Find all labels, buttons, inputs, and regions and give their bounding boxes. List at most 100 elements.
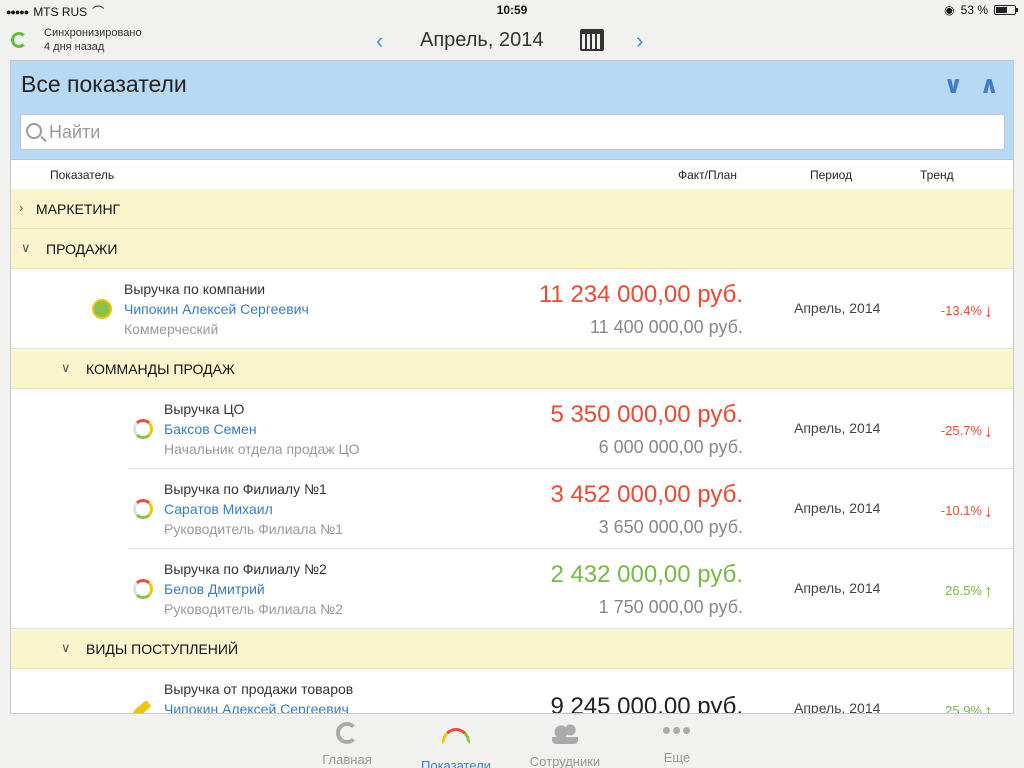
kpi-plan: 11 400 000,00 руб. — [589, 317, 743, 337]
status-right: ◉ 53 % — [944, 3, 1018, 17]
col-period: Период — [810, 168, 853, 182]
collapse-all-chevron-down-icon[interactable]: ∨ — [944, 71, 964, 100]
sync-label: Синхронизировано — [44, 27, 142, 39]
trend-value: -13.4% — [940, 303, 982, 318]
arrow-down-icon: ↓ — [984, 421, 993, 441]
kpi-period: Апрель, 2014 — [794, 580, 881, 596]
orientation-lock-icon: ◉ — [944, 3, 955, 17]
panel-header: Все показатели ∨ ∧ — [11, 61, 1013, 160]
status-bar: ●●●●● MTS RUS ⌒ 10:59 ◉ 53 % — [0, 0, 1024, 20]
people-icon — [552, 724, 578, 744]
kpi-period: Апрель, 2014 — [794, 500, 881, 516]
kpi-fact: 3 452 000,00 руб. — [550, 481, 743, 508]
kpi-plan: 6 000 000,00 руб. — [598, 437, 743, 457]
tab-employees[interactable]: Сотрудники — [520, 720, 610, 768]
gauge-icon — [133, 579, 153, 599]
gauge-icon — [133, 419, 153, 439]
group-sales[interactable]: ∨ ПРОДАЖИ — [11, 229, 1013, 269]
kpi-period: Апрель, 2014 — [794, 300, 881, 316]
kpi-fact: 5 350 000,00 руб. — [550, 401, 743, 428]
expand-all-chevron-up-icon[interactable]: ∧ — [980, 71, 1000, 100]
top-nav: Синхронизировано 4 дня назад ‹ Апрель, 2… — [0, 20, 1024, 60]
kpi-fact: 11 234 000,00 руб. — [538, 281, 743, 308]
kpi-owner-link[interactable]: Белов Дмитрий — [164, 581, 265, 597]
tab-label: Сотрудники — [529, 754, 601, 768]
calendar-icon[interactable] — [580, 29, 604, 51]
home-icon — [336, 722, 358, 744]
column-headers: Показатель Факт/План Период Тренд — [11, 160, 1013, 189]
kpi-owner-role: Начальник отдела продаж ЦО — [164, 441, 360, 457]
kpi-name: Выручка ЦО — [164, 401, 245, 417]
tab-indicators[interactable]: Показатели — [411, 720, 501, 768]
chevron-down-icon: ∨ — [21, 240, 31, 255]
group-marketing[interactable]: › МАРКЕТИНГ — [11, 189, 1013, 229]
trend-value: 26.5% — [945, 583, 982, 598]
kpi-trend: -13.4% ↓ — [940, 299, 993, 321]
kpi-fact: 9 245 000,00 руб. — [550, 693, 743, 714]
kpi-period: Апрель, 2014 — [794, 420, 881, 436]
clock: 10:59 — [496, 3, 528, 17]
group-label: ВИДЫ ПОСТУПЛЕНИЙ — [86, 641, 239, 657]
ruler-icon — [132, 700, 152, 713]
tab-label: Показатели — [421, 758, 491, 768]
tab-bar: Главная Показатели Сотрудники ••• Еще — [0, 714, 1024, 768]
group-label: ПРОДАЖИ — [46, 241, 118, 257]
kpi-trend: -25.7% ↓ — [940, 419, 993, 441]
sync-time: 4 дня назад — [44, 41, 105, 53]
group-income-types[interactable]: ∨ ВИДЫ ПОСТУПЛЕНИЙ — [11, 629, 1013, 669]
more-icon: ••• — [661, 715, 693, 745]
kpi-owner-role: Коммерческий — [124, 321, 219, 337]
battery-icon — [994, 5, 1018, 15]
kpi-fact: 2 432 000,00 руб. — [550, 561, 743, 588]
chevron-right-icon: › — [19, 200, 24, 215]
table-row[interactable]: Выручка по Филиалу №1 Саратов Михаил Рук… — [11, 469, 1013, 549]
sync-icon[interactable] — [11, 32, 27, 48]
chevron-left-icon[interactable]: ‹ — [376, 28, 383, 54]
tab-label: Еще — [663, 750, 691, 765]
search-input[interactable] — [49, 119, 989, 145]
chevron-down-icon: ∨ — [61, 360, 71, 375]
group-label: КОММАНДЫ ПРОДАЖ — [86, 361, 235, 377]
kpi-name: Выручка от продажи товаров — [164, 681, 354, 697]
sync-status: Синхронизировано 4 дня назад — [44, 26, 142, 54]
chevron-right-icon[interactable]: › — [636, 28, 643, 54]
kpi-owner-role: Руководитель Филиала №2 — [164, 601, 343, 617]
group-label: МАРКЕТИНГ — [36, 201, 121, 217]
kpi-owner-link[interactable]: Чипокин Алексей Сергеевич — [124, 301, 309, 317]
trend-value: -10.1% — [940, 503, 982, 518]
arrow-down-icon: ↓ — [984, 501, 993, 521]
kpi-trend: 25.9% ↑ — [945, 699, 993, 714]
search-box[interactable] — [20, 114, 1005, 150]
tab-more[interactable]: ••• Еще — [632, 715, 722, 765]
panel-title: Все показатели — [21, 71, 187, 97]
gauge-icon — [133, 499, 153, 519]
kpi-owner-link[interactable]: Чипокин Алексей Сергеевич — [164, 701, 349, 713]
person-kpi-icon — [92, 299, 112, 319]
month-title: Апрель, 2014 — [420, 29, 544, 51]
table-row[interactable]: Выручка по компании Чипокин Алексей Серг… — [11, 269, 1013, 349]
battery-percent: 53 % — [960, 3, 988, 17]
kpi-name: Выручка по Филиалу №2 — [164, 561, 327, 577]
table-row[interactable]: Выручка ЦО Баксов Семен Начальник отдела… — [11, 389, 1013, 469]
kpi-name: Выручка по Филиалу №1 — [164, 481, 327, 497]
tab-home[interactable]: Главная — [302, 720, 392, 767]
kpi-owner-link[interactable]: Саратов Михаил — [164, 501, 273, 517]
col-trend: Тренд — [920, 168, 954, 182]
gauge-icon — [442, 728, 470, 744]
col-fact-plan: Факт/План — [678, 168, 737, 182]
arrow-up-icon: ↑ — [984, 701, 993, 714]
kpi-plan: 1 750 000,00 руб. — [598, 597, 743, 617]
trend-value: -25.7% — [940, 423, 982, 438]
group-sales-teams[interactable]: ∨ КОММАНДЫ ПРОДАЖ — [11, 349, 1013, 389]
search-icon — [26, 123, 42, 139]
kpi-owner-role: Руководитель Филиала №1 — [164, 521, 343, 537]
chevron-down-icon: ∨ — [61, 640, 71, 655]
kpi-period: Апрель, 2014 — [794, 700, 881, 714]
table-row[interactable]: Выручка от продажи товаров Чипокин Алекс… — [11, 669, 1013, 714]
kpi-plan: 3 650 000,00 руб. — [598, 517, 743, 537]
table-row[interactable]: Выручка по Филиалу №2 Белов Дмитрий Руко… — [11, 549, 1013, 629]
kpi-owner-link[interactable]: Баксов Семен — [164, 421, 257, 437]
col-indicator: Показатель — [50, 168, 115, 182]
trend-value: 25.9% — [945, 703, 982, 714]
arrow-down-icon: ↓ — [984, 301, 993, 321]
